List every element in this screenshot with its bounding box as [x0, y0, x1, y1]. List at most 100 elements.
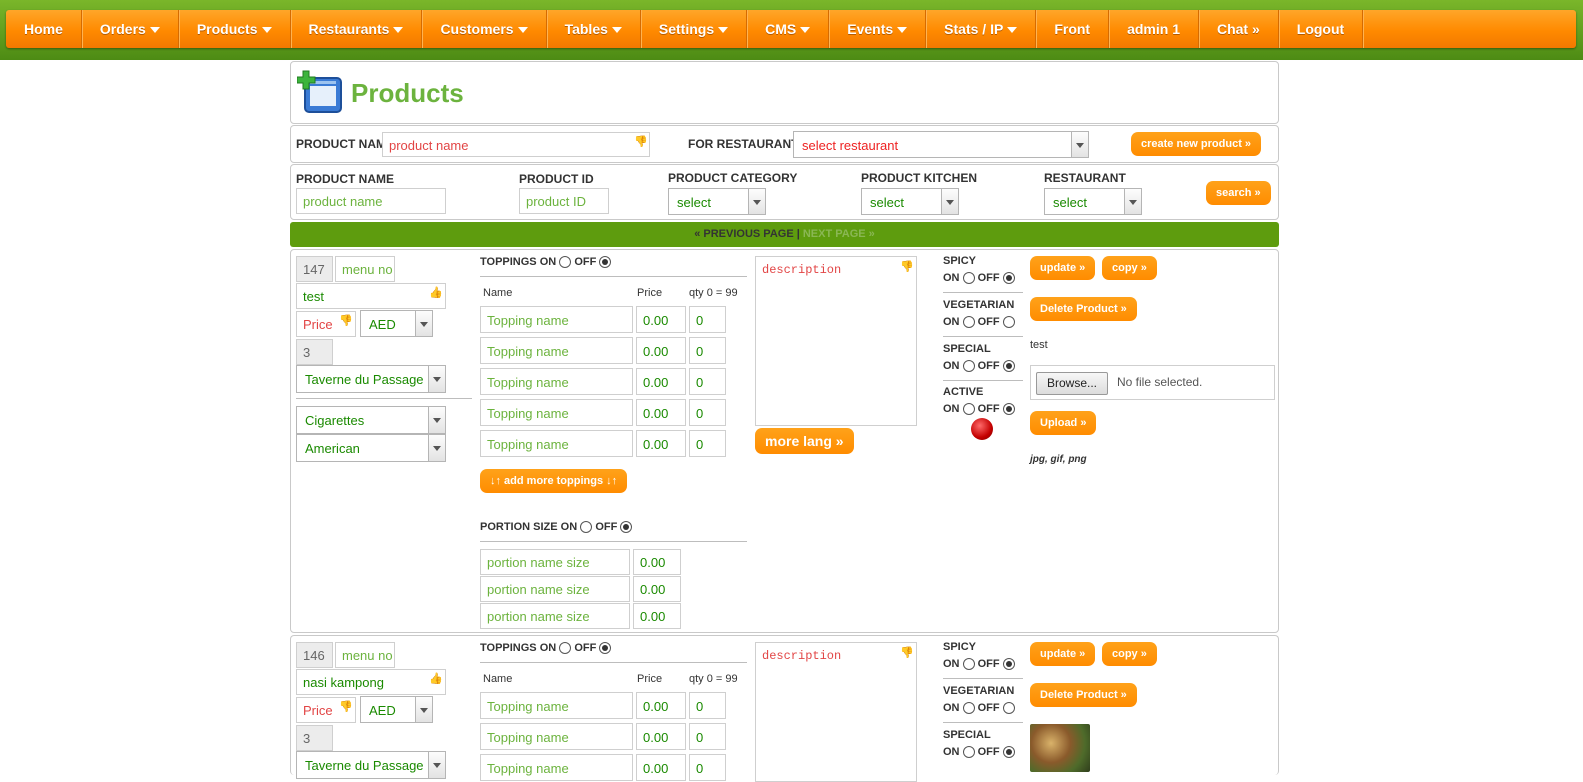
- topping-price-input[interactable]: 0.00: [636, 306, 686, 333]
- nav-item-cms[interactable]: CMS: [747, 10, 830, 48]
- upload-button[interactable]: Upload »: [1030, 411, 1097, 435]
- create-new-product-button[interactable]: create new product »: [1131, 132, 1262, 156]
- file-input[interactable]: Browse... No file selected.: [1030, 365, 1275, 400]
- nav-item-logout[interactable]: Logout: [1279, 10, 1364, 48]
- portion-price-input[interactable]: 0.00: [633, 576, 681, 602]
- topping-name-input[interactable]: Topping name: [480, 754, 633, 781]
- topping-qty-input[interactable]: 0: [689, 337, 726, 364]
- currency-select[interactable]: AED: [360, 310, 433, 337]
- browse-button[interactable]: Browse...: [1036, 372, 1109, 395]
- topping-name-input[interactable]: Topping name: [480, 399, 633, 426]
- search-button[interactable]: search »: [1206, 181, 1271, 205]
- toppings-off-radio[interactable]: [599, 642, 612, 655]
- delete-product-button[interactable]: Delete Product »: [1030, 683, 1137, 707]
- product-category-select[interactable]: Cigarettes: [296, 406, 446, 434]
- filter-kitchen-select[interactable]: select: [861, 188, 959, 215]
- portion-name-input[interactable]: portion name size: [480, 576, 630, 602]
- new-product-name-input[interactable]: product name: [382, 132, 650, 157]
- topping-name-input[interactable]: Topping name: [480, 723, 633, 750]
- description-textarea[interactable]: description: [755, 256, 917, 426]
- more-lang-button[interactable]: more lang »: [755, 428, 854, 454]
- special-on-radio[interactable]: [962, 360, 975, 373]
- filter-category-value: select: [677, 195, 711, 210]
- vegetarian-off-radio[interactable]: [1002, 316, 1015, 329]
- topping-name-input[interactable]: Topping name: [480, 692, 633, 719]
- for-restaurant-label: FOR RESTAURANT »: [688, 137, 809, 151]
- restaurant-select[interactable]: select restaurant: [793, 131, 1089, 158]
- filter-restaurant-select[interactable]: select: [1044, 188, 1142, 215]
- topping-price-input[interactable]: 0.00: [636, 692, 686, 719]
- portion-price-input[interactable]: 0.00: [633, 549, 681, 575]
- nav-item-front[interactable]: Front: [1036, 10, 1110, 48]
- active-off-radio[interactable]: [1002, 403, 1015, 416]
- portion-on-radio[interactable]: [580, 521, 593, 534]
- menu-no-input[interactable]: menu no: [335, 642, 395, 668]
- nav-item-customers[interactable]: Customers: [422, 10, 547, 48]
- topping-qty-input[interactable]: 0: [689, 399, 726, 426]
- vegetarian-on-radio[interactable]: [962, 702, 975, 715]
- add-more-toppings-button[interactable]: ↓↑ add more toppings ↓↑: [480, 469, 628, 493]
- special-on-radio[interactable]: [962, 746, 975, 759]
- product-name-input[interactable]: nasi kampong: [296, 669, 446, 695]
- special-off-radio[interactable]: [1002, 360, 1015, 373]
- nav-item-tables[interactable]: Tables: [547, 10, 641, 48]
- description-textarea[interactable]: description: [755, 642, 917, 782]
- menu-no-input[interactable]: menu no: [335, 256, 395, 282]
- topping-name-input[interactable]: Topping name: [480, 368, 633, 395]
- topping-name-input[interactable]: Topping name: [480, 337, 633, 364]
- active-on-radio[interactable]: [962, 403, 975, 416]
- topping-price-input[interactable]: 0.00: [636, 337, 686, 364]
- nav-item-events[interactable]: Events: [829, 10, 927, 48]
- product-name-input[interactable]: test: [296, 283, 446, 309]
- update-button[interactable]: update »: [1030, 642, 1096, 666]
- topping-price-input[interactable]: 0.00: [636, 399, 686, 426]
- toppings-on-radio[interactable]: [559, 642, 572, 655]
- nav-item-stats-ip[interactable]: Stats / IP: [926, 10, 1037, 48]
- portion-name-input[interactable]: portion name size: [480, 603, 630, 629]
- topping-qty-input[interactable]: 0: [689, 306, 726, 333]
- toppings-on-radio[interactable]: [559, 256, 572, 269]
- topping-price-input[interactable]: 0.00: [636, 723, 686, 750]
- portion-price-input[interactable]: 0.00: [633, 603, 681, 629]
- spicy-on-radio[interactable]: [962, 272, 975, 285]
- filter-category-select[interactable]: select: [668, 188, 766, 215]
- nav-item-orders[interactable]: Orders: [82, 10, 179, 48]
- nav-item-chat[interactable]: Chat »: [1199, 10, 1279, 48]
- topping-price-input[interactable]: 0.00: [636, 430, 686, 457]
- toppings-off-radio[interactable]: [599, 256, 612, 269]
- topping-price-input[interactable]: 0.00: [636, 754, 686, 781]
- nav-item-products[interactable]: Products: [179, 10, 291, 48]
- spicy-toggle: ON OFF: [943, 658, 1015, 671]
- delete-product-button[interactable]: Delete Product »: [1030, 297, 1137, 321]
- product-restaurant-select[interactable]: Taverne du Passage: [296, 365, 446, 393]
- previous-page-link[interactable]: « PREVIOUS PAGE |: [694, 228, 800, 240]
- nav-item-restaurants[interactable]: Restaurants: [291, 10, 423, 48]
- copy-button[interactable]: copy »: [1102, 256, 1157, 280]
- spicy-off-radio[interactable]: [1002, 272, 1015, 285]
- special-off-radio[interactable]: [1002, 746, 1015, 759]
- topping-name-input[interactable]: Topping name: [480, 306, 633, 333]
- vegetarian-on-radio[interactable]: [962, 316, 975, 329]
- spicy-on-radio[interactable]: [962, 658, 975, 671]
- vegetarian-off-radio[interactable]: [1002, 702, 1015, 715]
- filter-name-input[interactable]: product name: [296, 188, 446, 214]
- update-button[interactable]: update »: [1030, 256, 1096, 280]
- nav-item-settings[interactable]: Settings: [641, 10, 748, 48]
- topping-qty-input[interactable]: 0: [689, 692, 726, 719]
- topping-name-input[interactable]: Topping name: [480, 430, 633, 457]
- product-kitchen-select[interactable]: American: [296, 434, 446, 462]
- nav-item-admin-1[interactable]: admin 1: [1109, 10, 1199, 48]
- nav-item-home[interactable]: Home: [6, 10, 82, 48]
- filter-id-input[interactable]: product ID: [519, 188, 609, 214]
- portion-name-input[interactable]: portion name size: [480, 549, 630, 575]
- spicy-off-radio[interactable]: [1002, 658, 1015, 671]
- product-restaurant-select[interactable]: Taverne du Passage: [296, 751, 446, 779]
- portion-off-radio[interactable]: [620, 521, 633, 534]
- currency-select[interactable]: AED: [360, 696, 433, 723]
- topping-qty-input[interactable]: 0: [689, 723, 726, 750]
- topping-qty-input[interactable]: 0: [689, 368, 726, 395]
- topping-qty-input[interactable]: 0: [689, 754, 726, 781]
- topping-price-input[interactable]: 0.00: [636, 368, 686, 395]
- copy-button[interactable]: copy »: [1102, 642, 1157, 666]
- topping-qty-input[interactable]: 0: [689, 430, 726, 457]
